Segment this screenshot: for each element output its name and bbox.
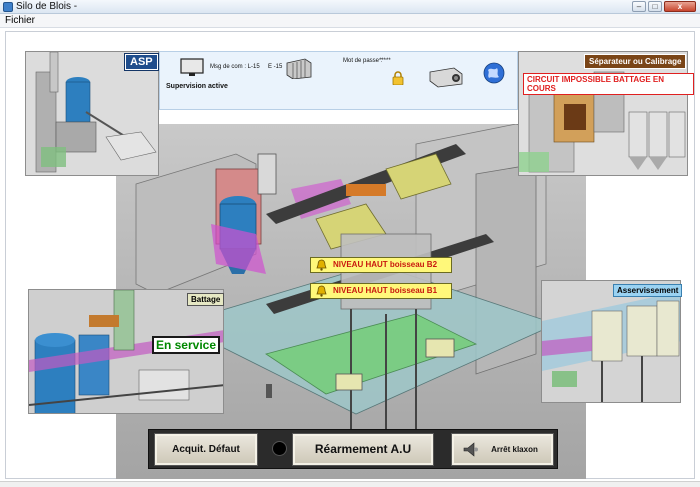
window-title: Silo de Blois - — [16, 1, 78, 12]
rearmement-button[interactable]: Réarmement A.U — [292, 433, 434, 466]
password-value[interactable]: ***** — [379, 58, 391, 64]
com-message-l-value: -15 — [251, 64, 260, 70]
truck-2 — [335, 373, 363, 391]
truck-1 — [425, 338, 455, 358]
worker — [266, 384, 272, 398]
maximize-button[interactable]: □ — [648, 1, 662, 12]
asservissement-drawing — [542, 281, 680, 402]
acquit-defaut-button[interactable]: Acquit. Défaut — [154, 433, 258, 466]
supervision-status: Supervision active — [166, 83, 228, 90]
asservissement-scene[interactable] — [541, 280, 681, 403]
globe-icon[interactable] — [483, 62, 505, 84]
supervision-panel: Msg de com : L -15 E -15 Mot de passe : … — [159, 51, 518, 110]
menu-fichier[interactable]: Fichier — [5, 15, 35, 26]
alarm-b1[interactable]: NIVEAU HAUT boisseau B1 — [310, 283, 452, 299]
arret-klaxon-button[interactable]: Arrêt klaxon — [451, 433, 554, 466]
circuit-warning: CIRCUIT IMPOSSIBLE BATTAGE EN COURS — [523, 73, 694, 95]
asservissement-label[interactable]: Asservissement — [613, 284, 683, 297]
close-button[interactable]: x — [664, 1, 696, 12]
com-message-e-value: E -15 — [268, 64, 283, 70]
status-bar — [0, 481, 700, 487]
password-label: Mot de passe : — [343, 58, 383, 64]
battage-label[interactable]: Battage — [187, 293, 225, 306]
separateur-label[interactable]: Séparateur ou Calibrage — [584, 54, 687, 69]
menu-bar: Fichier — [0, 14, 700, 28]
bell-icon — [316, 285, 327, 297]
alarm-b2-text: NIVEAU HAUT boisseau B2 — [333, 260, 438, 269]
minimize-button[interactable]: – — [632, 1, 646, 12]
com-message-label: Msg de com : L — [210, 64, 252, 70]
au-indicator — [272, 441, 287, 456]
arret-klaxon-label: Arrêt klaxon — [491, 445, 538, 454]
lock-icon[interactable] — [392, 71, 404, 85]
projector-icon[interactable] — [428, 66, 464, 88]
asp-drawing — [35, 52, 157, 173]
app-icon — [3, 2, 13, 12]
title-bar: Silo de Blois - – □ x — [0, 0, 700, 14]
asp-label[interactable]: ASP — [124, 53, 159, 71]
separateur-drawing — [519, 71, 686, 173]
control-bar: Acquit. Défaut Réarmement A.U Arrêt klax… — [148, 429, 558, 469]
server-icon — [286, 58, 312, 79]
synoptic-panel: ASP Msg de com : L -15 E -15 Mot de pass… — [5, 31, 695, 479]
alarm-b1-text: NIVEAU HAUT boisseau B1 — [333, 286, 438, 295]
alarm-b2[interactable]: NIVEAU HAUT boisseau B2 — [310, 257, 452, 273]
battage-state: En service — [152, 336, 220, 354]
orange-part — [346, 184, 386, 196]
klaxon-icon — [463, 442, 478, 457]
bell-icon — [316, 259, 327, 271]
monitor-icon — [180, 58, 204, 76]
separateur-scene[interactable] — [518, 51, 688, 176]
